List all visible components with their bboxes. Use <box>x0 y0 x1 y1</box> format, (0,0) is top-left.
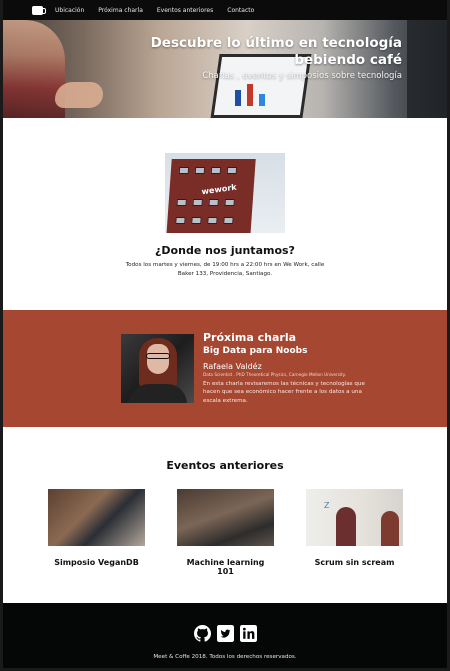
speaker-photo <box>121 334 194 403</box>
building-window <box>175 217 186 224</box>
whiteboard-letter-image: Z <box>324 501 330 510</box>
event-card[interactable]: Z Scrum sin scream <box>306 489 403 567</box>
next-talk-section: Próxima charla Big Data para Noobs Rafae… <box>3 310 447 427</box>
location-title: ¿Donde nos juntamos? <box>155 244 295 257</box>
hero-monitor-image <box>407 20 447 118</box>
nav-link-proxima-charla[interactable]: Próxima charla <box>98 7 143 14</box>
past-events-title: Eventos anteriores <box>166 459 284 472</box>
footer: Meet & Coffe 2018. Todos los derechos re… <box>3 603 447 668</box>
event-name: Scrum sin scream <box>314 558 395 567</box>
building-window <box>223 217 234 224</box>
navbar: Ubicación Próxima charla Eventos anterio… <box>3 0 447 20</box>
event-image[interactable] <box>177 489 274 546</box>
github-icon[interactable] <box>193 625 211 642</box>
hero-banner: Descubre lo último en tecnología bebiend… <box>3 20 447 118</box>
person-figure <box>336 507 356 546</box>
building-window <box>176 199 187 206</box>
speaker-role: Data Scientist . PhD Theoretical Physics… <box>203 372 346 377</box>
speaker-face <box>147 344 169 374</box>
building-image: wework <box>166 159 256 233</box>
footer-copyright: Meet & Coffe 2018. Todos los derechos re… <box>153 654 297 660</box>
building-window <box>194 167 206 174</box>
hero-subtitle: Charlas , eventos y simposios sobre tecn… <box>202 71 402 81</box>
event-card[interactable]: Simposio VeganDB <box>48 489 145 567</box>
event-name: Machine learning 101 <box>186 558 265 576</box>
next-talk-description: En esta charla revisaremos las técnicas … <box>203 381 365 404</box>
event-image[interactable]: Z <box>306 489 403 546</box>
hero-chart-bar <box>247 84 253 106</box>
next-talk-title: Big Data para Noobs <box>203 346 308 356</box>
next-talk-label: Próxima charla <box>203 331 297 344</box>
hero-chart-bar <box>235 90 241 106</box>
building-window <box>208 199 219 206</box>
building-window <box>210 167 222 174</box>
building-window <box>226 167 238 174</box>
speaker-glasses <box>146 353 170 359</box>
location-description: Todos los martes y viernes, de 19:00 hrs… <box>125 262 325 277</box>
nav-link-contacto[interactable]: Contacto <box>227 7 254 14</box>
page: Ubicación Próxima charla Eventos anterio… <box>3 0 447 668</box>
hero-chart-bar <box>259 94 265 106</box>
event-card[interactable]: Machine learning 101 <box>177 489 274 576</box>
social-links <box>3 625 447 642</box>
location-photo: wework <box>165 153 285 233</box>
building-window <box>224 199 235 206</box>
nav-link-ubicacion[interactable]: Ubicación <box>55 7 84 14</box>
hero-title: Descubre lo último en tecnología bebiend… <box>150 35 402 68</box>
speaker-name: Rafaela Valdéz <box>203 362 262 371</box>
event-image[interactable] <box>48 489 145 546</box>
twitter-icon[interactable] <box>216 625 234 642</box>
nav-link-eventos-anteriores[interactable]: Eventos anteriores <box>157 7 213 14</box>
building-window <box>178 167 190 174</box>
building-window <box>192 199 203 206</box>
building-window <box>207 217 218 224</box>
person-figure <box>381 511 399 546</box>
wework-sign: wework <box>201 182 237 197</box>
speaker-shoulders <box>129 384 187 403</box>
hero-hand-image <box>55 82 103 108</box>
event-name: Simposio VeganDB <box>54 558 139 567</box>
building-window <box>191 217 202 224</box>
past-events-section: Eventos anteriores Simposio VeganDB Mach… <box>3 427 447 605</box>
coffee-cup-icon[interactable] <box>32 5 46 15</box>
location-section: wework ¿Donde nos juntamos? Todos los ma… <box>3 118 447 310</box>
linkedin-icon[interactable] <box>239 625 257 642</box>
